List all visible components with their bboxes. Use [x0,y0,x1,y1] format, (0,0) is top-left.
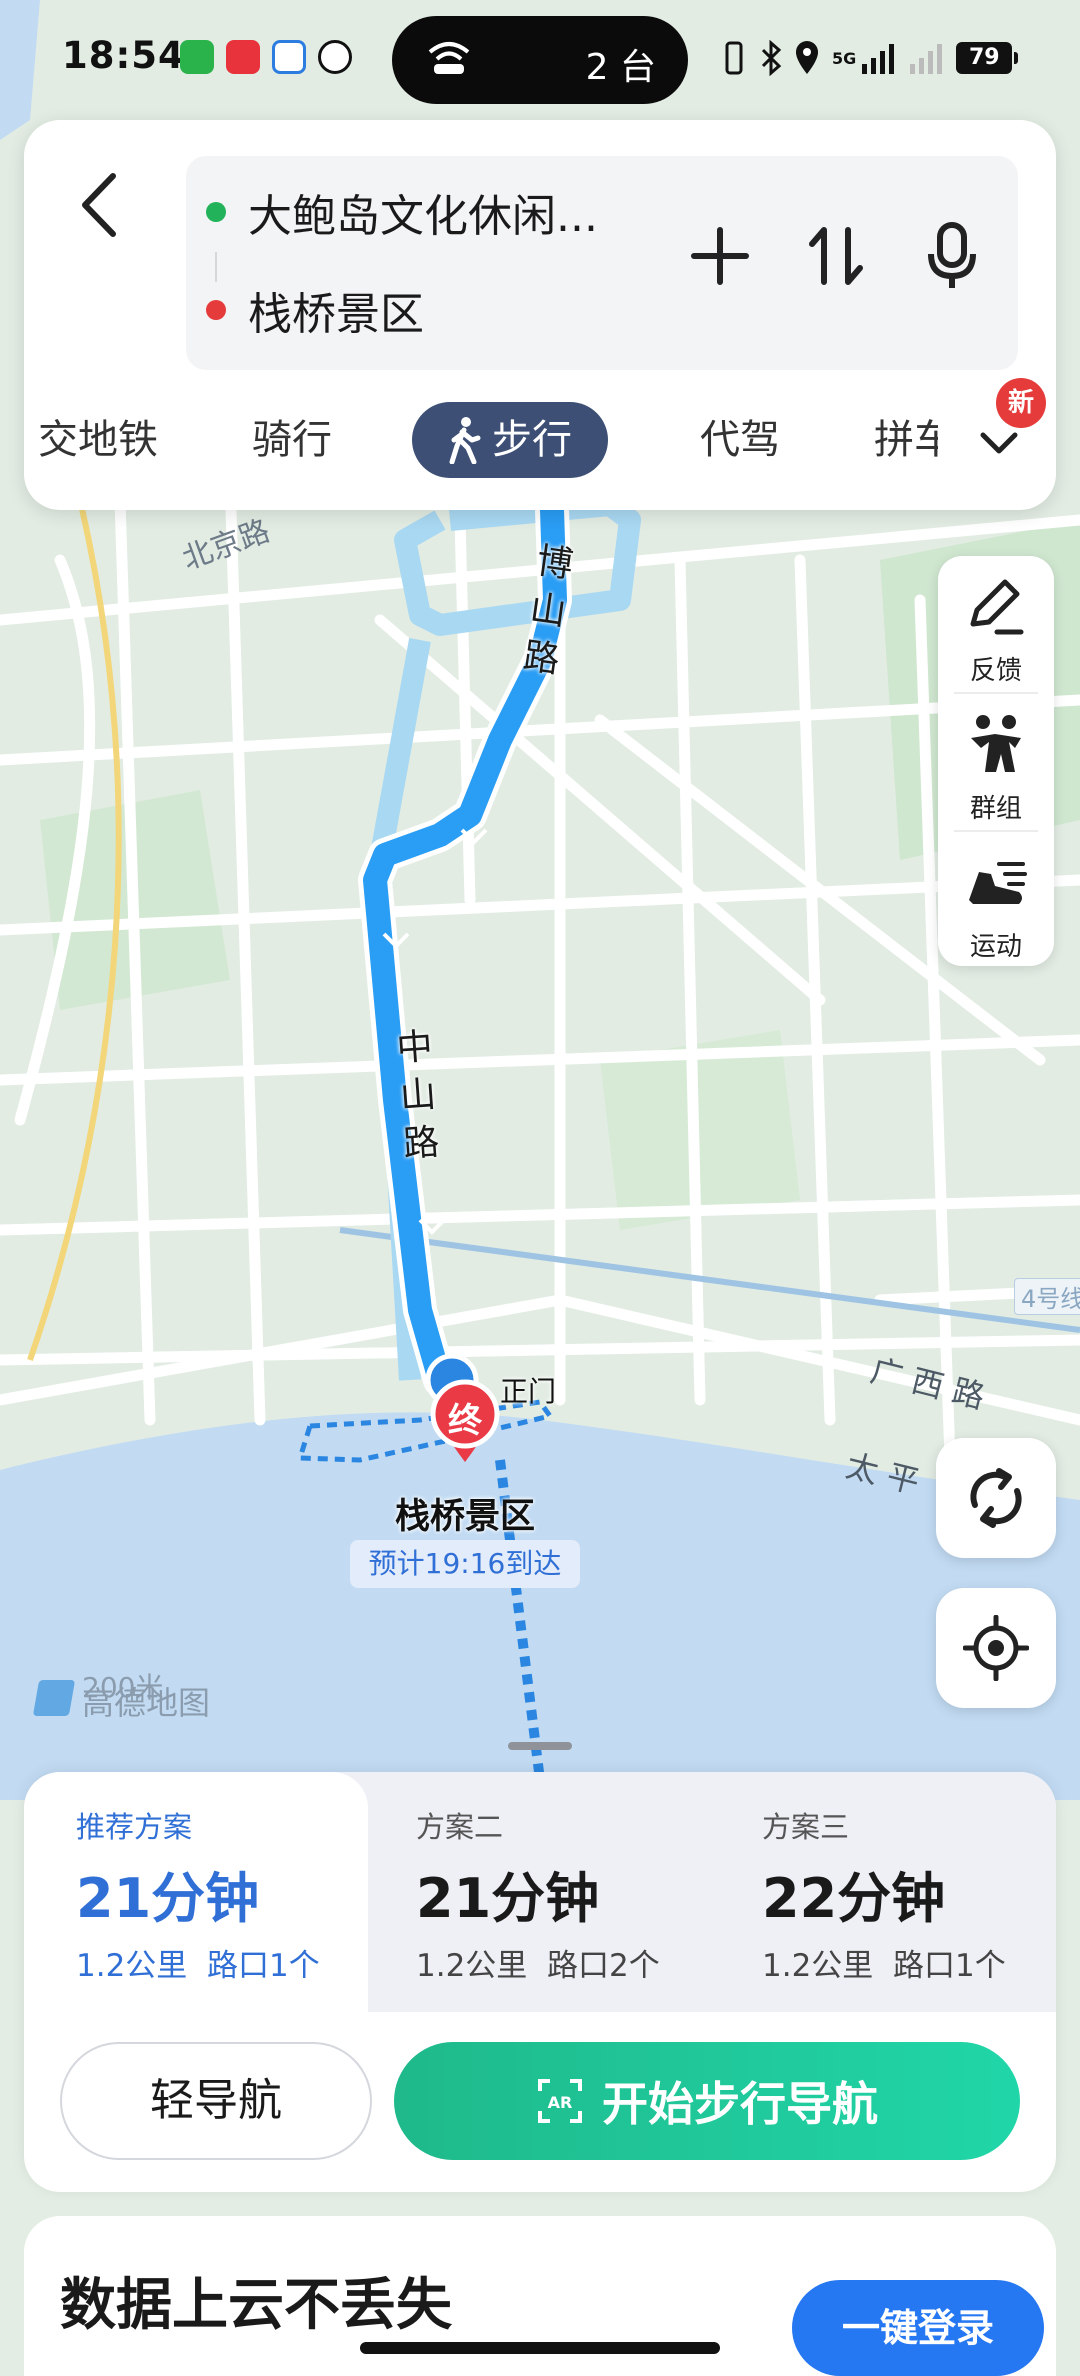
route-actions [684,220,988,292]
plan-distance: 1.2公里 [762,1948,874,1984]
tab-cycling[interactable]: 骑行 [252,402,332,478]
map-tools-panel: 反馈 群组 运动 [938,556,1054,966]
cloud-sync-title: 数据上云不丢失 [60,2273,452,2338]
plan-info: 1.2公里 路口1个 [762,1940,1006,1985]
plan-time: 22分钟 [762,1867,946,1930]
eta-label: 预计19:16到达 [350,1540,580,1588]
tab-walking-label: 步行 [492,417,572,463]
plan-name: 推荐方案 [76,1810,193,1844]
sheet-drag-handle[interactable] [508,1742,572,1750]
swap-icon [809,227,863,285]
cloud-app-icon [272,40,306,74]
back-button[interactable] [54,150,144,260]
tab-walking[interactable]: 步行 [412,402,608,478]
amap-logo-text: 高德地图 [82,1684,211,1722]
tab-transit[interactable]: 交地铁 [38,402,158,478]
route-input-box: 大鲍岛文化休闲... 栈桥景区 [186,156,1018,370]
one-click-login-button[interactable]: 一键登录 [792,2280,1044,2376]
route-plans-panel: 推荐方案 21分钟 1.2公里 路口1个 方案二 21分钟 1.2公里 路口2个… [24,1772,1056,2192]
locate-icon [963,1615,1029,1681]
feedback-tool[interactable]: 反馈 [938,556,1054,692]
group-icon [971,715,1021,772]
ar-icon: AR [538,2079,582,2123]
plan-time: 21分钟 [76,1867,260,1930]
group-label: 群组 [969,794,1022,824]
metro-line-label: 4号线 [1014,1278,1080,1315]
gate-label: 正门 [500,1375,557,1408]
plan-crossings: 路口1个 [207,1948,320,1984]
destination-dot [206,300,226,320]
system-icons: 5G 79 [720,36,1019,80]
car-connect-icon [428,42,470,74]
xiaohongshu-icon [226,40,260,74]
location-icon [796,41,818,74]
plan-distance: 1.2公里 [76,1948,188,1984]
start-navigation-label: 开始步行导航 [602,2077,878,2131]
feedback-label: 反馈 [969,656,1022,686]
battery-icon: 79 [956,42,1019,74]
destination-text: 栈桥景区 [248,289,424,340]
origin-row[interactable]: 大鲍岛文化休闲... [206,172,598,252]
travel-mode-tabs: 交地铁 骑行 步行 代驾 拼车 新 [24,378,1056,486]
signal-icon [862,44,895,74]
plan-crossings: 路口1个 [893,1948,1006,1984]
plan-option-1[interactable]: 推荐方案 21分钟 1.2公里 路口1个 [24,1772,368,2012]
pencil-icon [970,579,1024,635]
svg-text:AR: AR [548,2093,573,2112]
plan-option-3[interactable]: 方案三 22分钟 1.2公里 路口1个 [710,1772,1054,2012]
plan-distance: 1.2公里 [416,1948,528,1984]
vibrate-icon [725,41,743,75]
plus-icon [691,227,749,285]
plan-option-2[interactable]: 方案二 21分钟 1.2公里 路口2个 [364,1772,708,2012]
wechat-icon [180,40,214,74]
end-marker-label: 终 [448,1401,482,1441]
microphone-icon [928,222,976,288]
light-navigation-button[interactable]: 轻导航 [60,2042,372,2160]
bluetooth-icon [761,40,782,76]
start-walking-navigation-button[interactable]: AR 开始步行导航 [394,2042,1020,2160]
destination-row[interactable]: 栈桥景区 [206,270,424,350]
status-time: 18:54 [62,34,185,77]
plan-name: 方案二 [416,1810,504,1844]
plan-info: 1.2公里 路口1个 [76,1940,320,1985]
car-count: 2 台 [585,47,656,88]
destination-label[interactable]: 栈桥景区 [360,1488,570,1539]
plan-name: 方案三 [762,1810,850,1844]
home-indicator[interactable] [360,2342,720,2354]
voice-input-button[interactable] [916,220,988,292]
sport-label: 运动 [969,932,1022,962]
status-bar: 18:54 2 台 5G 79 [0,0,1080,116]
refresh-icon [970,1468,1022,1528]
tab-carpool[interactable]: 拼车 [874,402,938,478]
walking-icon [449,417,481,464]
network-type: 5G [832,48,857,68]
plan-crossings: 路口2个 [547,1948,660,1984]
signal-2-icon [910,44,943,74]
back-arrow-icon [82,173,116,237]
qq-icon [318,40,352,74]
chevron-down-icon [980,432,1018,454]
group-tool[interactable]: 群组 [938,694,1054,830]
plan-time: 21分钟 [416,1867,600,1930]
swap-route-button[interactable] [800,220,872,292]
refresh-route-button[interactable] [936,1438,1056,1558]
origin-dot [206,202,226,222]
notification-icons [180,40,352,74]
locate-me-button[interactable] [936,1588,1056,1708]
running-shoe-icon [969,862,1027,904]
amap-logo-icon [32,1680,76,1716]
dynamic-island[interactable]: 2 台 [392,16,688,104]
add-waypoint-button[interactable] [684,220,756,292]
route-planner-card: 大鲍岛文化休闲... 栈桥景区 交地铁 骑行 步行 代驾 拼车 新 [24,120,1056,510]
new-badge: 新 [996,378,1046,428]
sport-tool[interactable]: 运动 [938,832,1054,968]
tab-designated-driver[interactable]: 代驾 [700,402,780,478]
origin-text: 大鲍岛文化休闲... [248,191,598,242]
plan-info: 1.2公里 路口2个 [416,1940,660,1985]
